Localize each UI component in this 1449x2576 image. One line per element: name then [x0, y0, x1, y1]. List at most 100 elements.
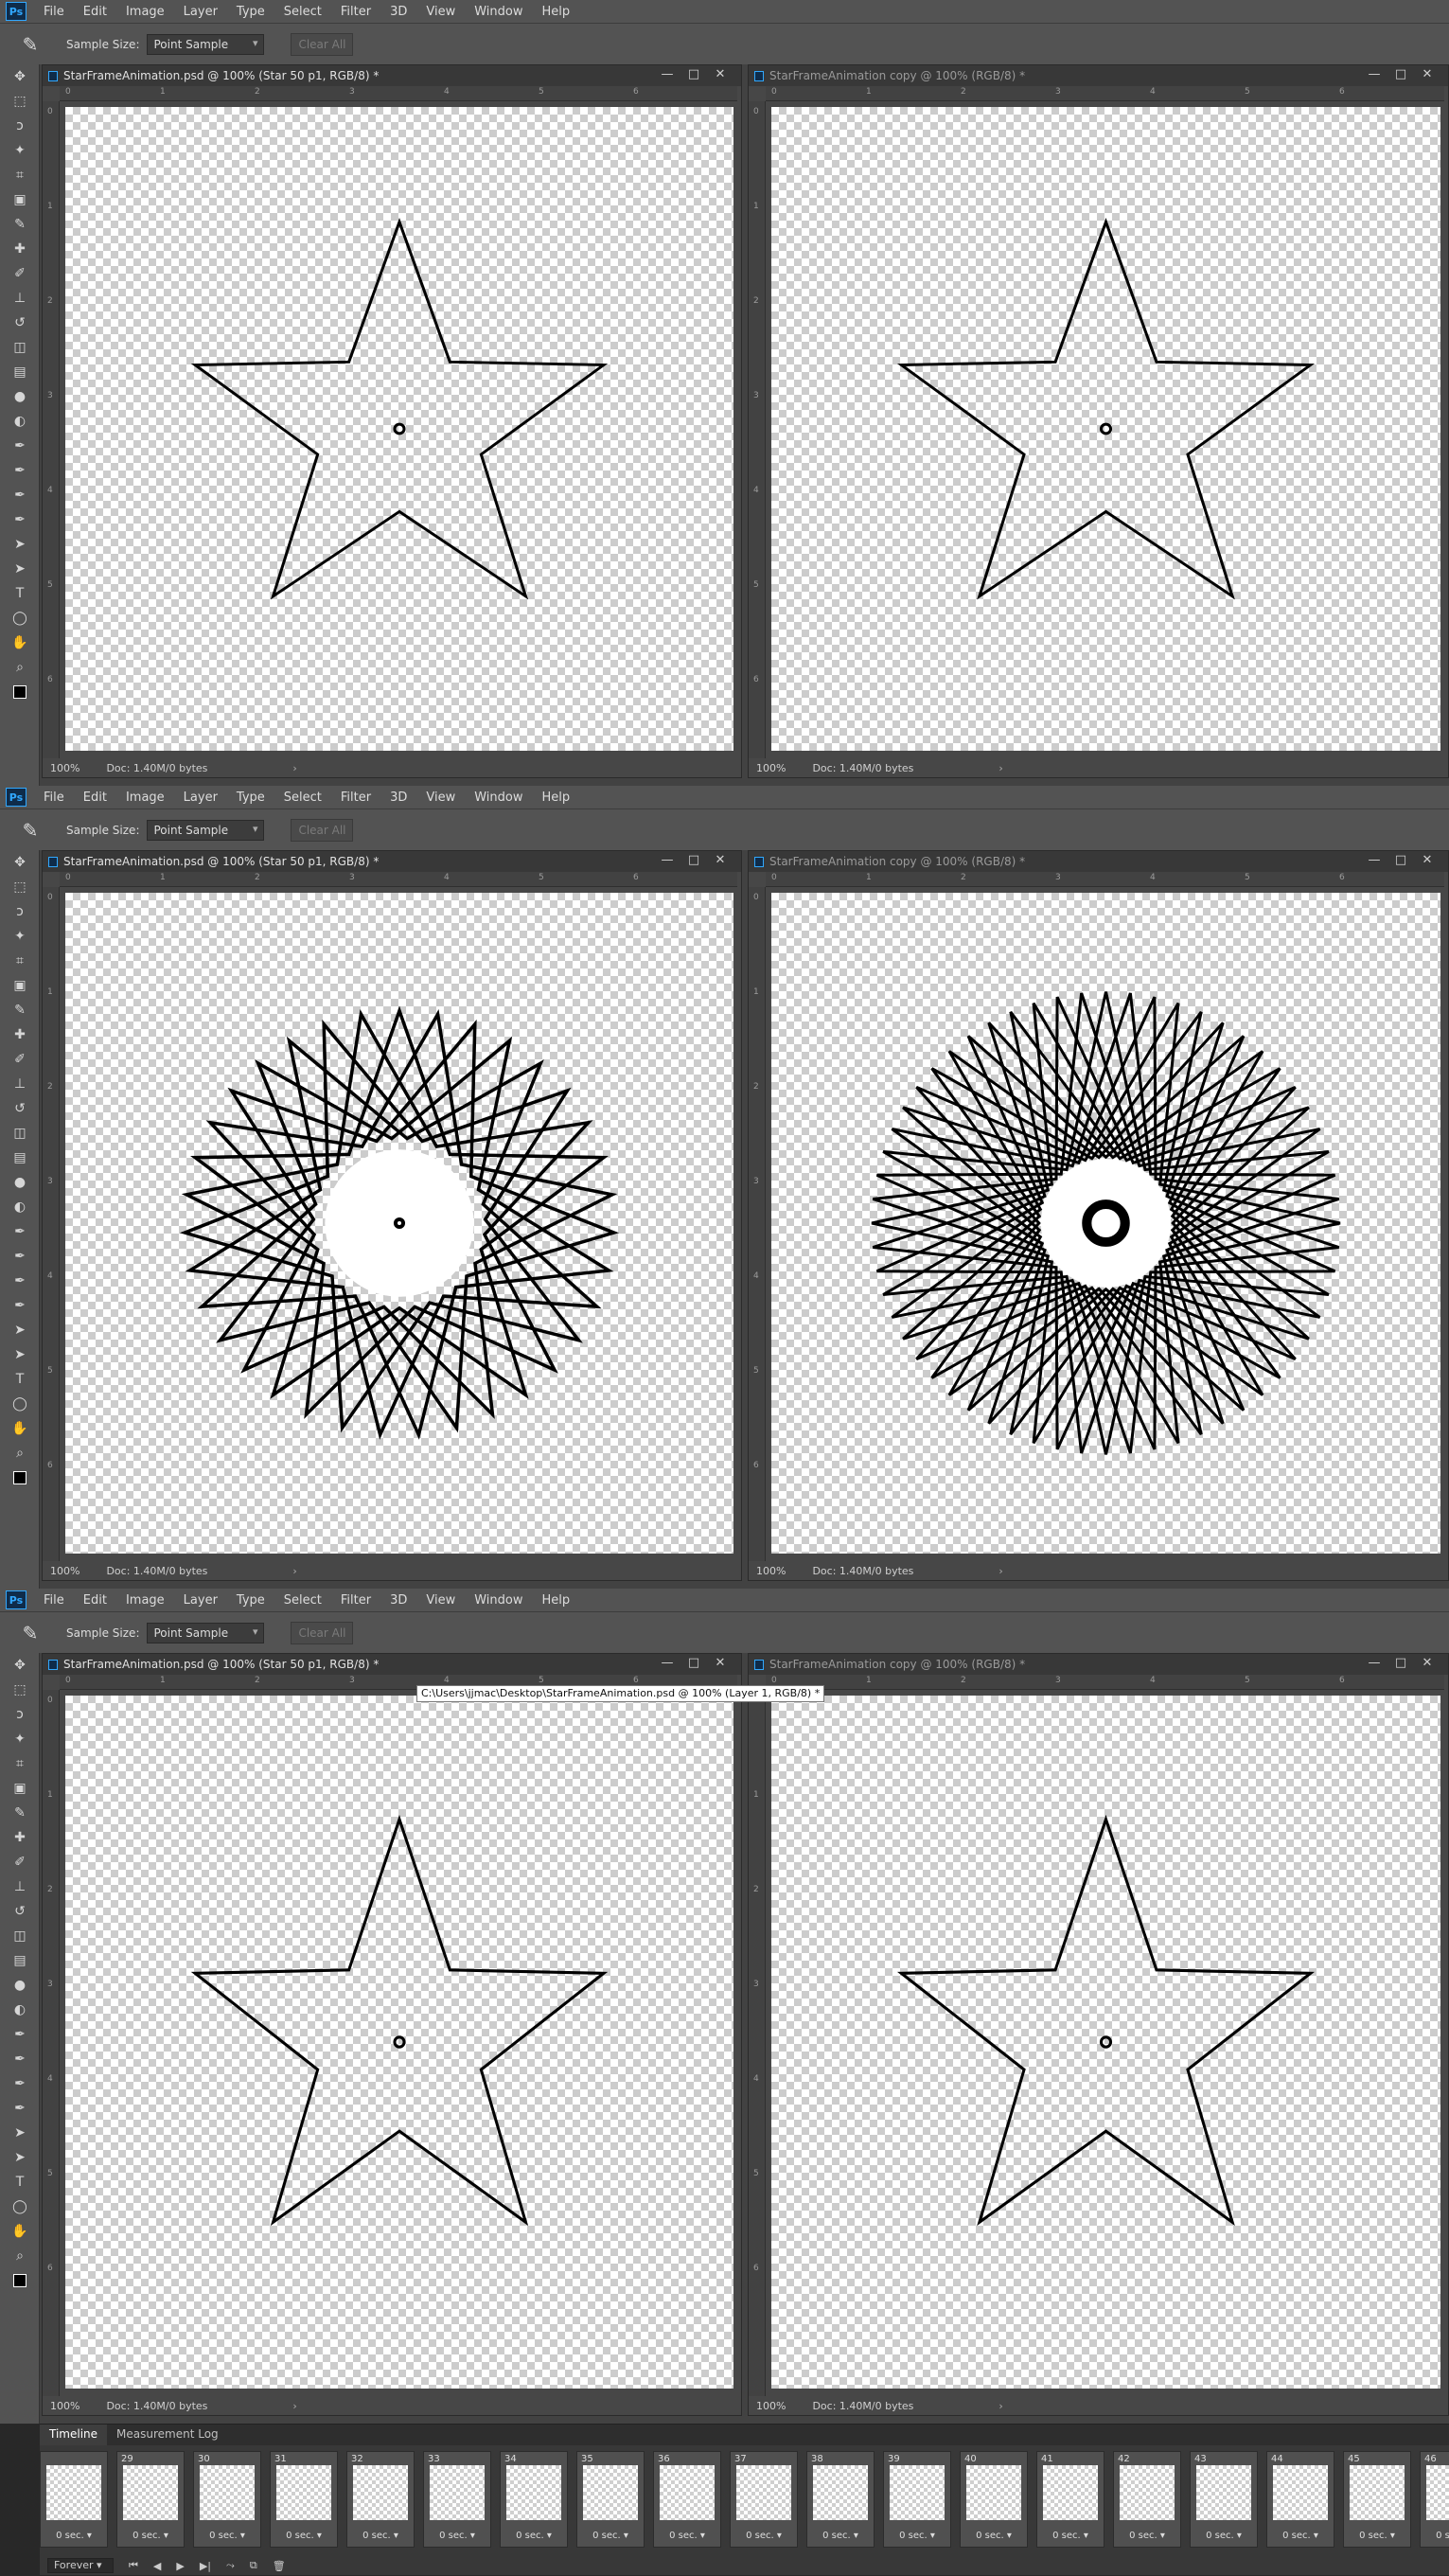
menu-item-type[interactable]: Type	[227, 1593, 274, 1608]
duplicate-frame-icon[interactable]: ⧉	[250, 2559, 257, 2572]
maximize-icon[interactable]: □	[680, 1656, 707, 1670]
brush-icon[interactable]: ✐	[0, 261, 40, 286]
color-swatches-icon[interactable]	[0, 680, 40, 704]
frame-delay[interactable]: 0 sec. ▾	[1191, 2531, 1257, 2541]
menu-item-file[interactable]: File	[34, 791, 74, 805]
frame-delay[interactable]: 0 sec. ▾	[424, 2531, 490, 2541]
tab-timeline[interactable]: Timeline	[40, 2425, 108, 2445]
eraser-icon[interactable]: ◫	[0, 1121, 40, 1146]
frame-delay[interactable]: 0 sec. ▾	[1344, 2531, 1410, 2541]
document-info[interactable]: Doc: 1.40M/0 bytes	[106, 2400, 207, 2412]
photoshop-logo-icon[interactable]: Ps	[6, 2, 27, 21]
chevron-right-icon[interactable]: ›	[292, 1565, 296, 1577]
eyedropper-icon[interactable]: ✎	[0, 212, 40, 237]
animation-frame[interactable]: 32 0 sec. ▾	[346, 2451, 415, 2548]
path-selection-icon[interactable]: ➤	[0, 1318, 40, 1342]
marquee-icon[interactable]: ⬚	[0, 1678, 40, 1702]
minimize-icon[interactable]: —	[1361, 67, 1387, 81]
menu-item-3d[interactable]: 3D	[380, 1593, 416, 1608]
pen-variant-icon[interactable]: ✒	[0, 1244, 40, 1269]
ellipse-icon[interactable]: ◯	[0, 606, 40, 631]
eyedropper-icon[interactable]: ✎	[17, 32, 44, 57]
menu-item-select[interactable]: Select	[274, 791, 331, 805]
minimize-icon[interactable]: —	[654, 1656, 680, 1670]
frame-icon[interactable]: ▣	[0, 187, 40, 212]
dodge-icon[interactable]: ◐	[0, 409, 40, 434]
tween-icon[interactable]: ⤳	[226, 2559, 235, 2572]
lasso-icon[interactable]: ↄ	[0, 899, 40, 924]
first-frame-icon[interactable]: ⏮	[129, 2559, 138, 2572]
document-tab[interactable]: StarFrameAnimation copy @ 100% (RGB/8) *…	[749, 851, 1448, 872]
hand-icon[interactable]: ✋	[0, 2219, 40, 2244]
menu-item-3d[interactable]: 3D	[380, 5, 416, 19]
animation-frame[interactable]: 40 0 sec. ▾	[960, 2451, 1028, 2548]
menu-item-layer[interactable]: Layer	[174, 5, 227, 19]
document-window[interactable]: StarFrameAnimation.psd @ 100% (Star 50 p…	[42, 850, 742, 1581]
frame-delay[interactable]: 0 sec. ▾	[654, 2531, 720, 2541]
menu-item-window[interactable]: Window	[465, 5, 532, 19]
color-swatches-icon[interactable]	[0, 2268, 40, 2293]
history-brush-icon[interactable]: ↺	[0, 311, 40, 335]
blur-icon[interactable]: ●	[0, 1170, 40, 1195]
pen-variant-icon[interactable]: ✒	[0, 1293, 40, 1318]
move-icon[interactable]: ✥	[0, 1653, 40, 1678]
zoom-icon[interactable]: ⌕	[0, 2244, 40, 2268]
history-brush-icon[interactable]: ↺	[0, 1096, 40, 1121]
magic-wand-icon[interactable]: ✦	[0, 138, 40, 163]
move-icon[interactable]: ✥	[0, 850, 40, 875]
zoom-level[interactable]: 100%	[756, 1565, 786, 1577]
canvas[interactable]	[65, 893, 733, 1554]
document-tab[interactable]: StarFrameAnimation copy @ 100% (RGB/8) *…	[749, 65, 1448, 86]
direct-selection-icon[interactable]: ➤	[0, 2145, 40, 2170]
menu-item-select[interactable]: Select	[274, 1593, 331, 1608]
photoshop-logo-icon[interactable]: Ps	[6, 788, 27, 807]
menu-item-help[interactable]: Help	[533, 5, 580, 19]
ellipse-icon[interactable]: ◯	[0, 1392, 40, 1416]
canvas[interactable]	[65, 107, 733, 751]
direct-selection-icon[interactable]: ➤	[0, 1342, 40, 1367]
frame-delay[interactable]: 0 sec. ▾	[807, 2531, 874, 2541]
hand-icon[interactable]: ✋	[0, 1416, 40, 1441]
clone-stamp-icon[interactable]: ⊥	[0, 1072, 40, 1096]
blur-icon[interactable]: ●	[0, 1973, 40, 1998]
sample-size-select[interactable]: Point Sample	[147, 819, 265, 841]
magic-wand-icon[interactable]: ✦	[0, 1727, 40, 1751]
canvas[interactable]	[65, 1696, 733, 2389]
close-icon[interactable]: ✕	[1414, 1656, 1440, 1670]
frame-icon[interactable]: ▣	[0, 973, 40, 998]
eyedropper-icon[interactable]: ✎	[17, 818, 44, 843]
document-window[interactable]: StarFrameAnimation.psd @ 100% (Star 50 p…	[42, 64, 742, 778]
animation-frame[interactable]: 29 0 sec. ▾	[116, 2451, 185, 2548]
animation-frame[interactable]: 35 0 sec. ▾	[576, 2451, 645, 2548]
pen-icon[interactable]: ✒	[0, 434, 40, 458]
zoom-level[interactable]: 100%	[50, 1565, 80, 1577]
blur-icon[interactable]: ●	[0, 384, 40, 409]
healing-brush-icon[interactable]: ✚	[0, 237, 40, 261]
type-icon[interactable]: T	[0, 581, 40, 606]
zoom-icon[interactable]: ⌕	[0, 655, 40, 680]
frame-icon[interactable]: ▣	[0, 1776, 40, 1801]
close-icon[interactable]: ✕	[707, 1656, 733, 1670]
frame-delay[interactable]: 0 sec. ▾	[884, 2531, 950, 2541]
pen-variant-icon[interactable]: ✒	[0, 2071, 40, 2096]
dodge-icon[interactable]: ◐	[0, 1998, 40, 2022]
document-tab[interactable]: StarFrameAnimation.psd @ 100% (Star 50 p…	[43, 851, 741, 872]
menu-item-edit[interactable]: Edit	[74, 5, 116, 19]
clone-stamp-icon[interactable]: ⊥	[0, 1874, 40, 1899]
document-info[interactable]: Doc: 1.40M/0 bytes	[812, 2400, 913, 2412]
animation-frame[interactable]: 0 sec. ▾	[40, 2451, 108, 2548]
chevron-right-icon[interactable]: ›	[998, 762, 1002, 774]
document-tab[interactable]: StarFrameAnimation.psd @ 100% (Star 50 p…	[43, 65, 741, 86]
loop-select[interactable]: Forever ▾	[47, 2558, 114, 2573]
eraser-icon[interactable]: ◫	[0, 335, 40, 360]
menu-item-image[interactable]: Image	[116, 5, 174, 19]
animation-frame[interactable]: 38 0 sec. ▾	[806, 2451, 875, 2548]
menu-item-file[interactable]: File	[34, 1593, 74, 1608]
menu-item-edit[interactable]: Edit	[74, 1593, 116, 1608]
menu-item-edit[interactable]: Edit	[74, 791, 116, 805]
pen-variant-icon[interactable]: ✒	[0, 2096, 40, 2121]
menu-item-layer[interactable]: Layer	[174, 1593, 227, 1608]
ellipse-icon[interactable]: ◯	[0, 2194, 40, 2219]
clear-all-button[interactable]: Clear All	[291, 1621, 354, 1644]
tab-measurement-log[interactable]: Measurement Log	[107, 2425, 228, 2445]
